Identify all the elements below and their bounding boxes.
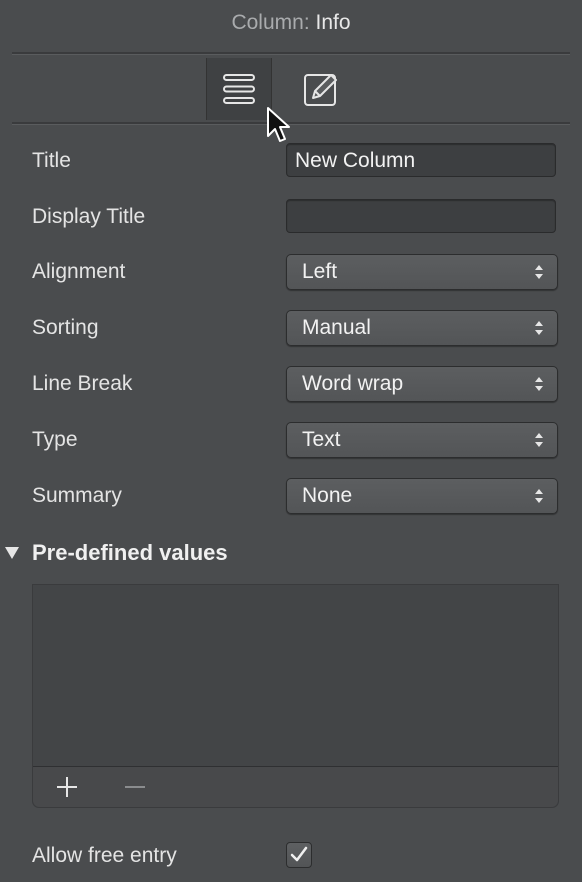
updown-chevron-icon (535, 321, 543, 335)
predefined-values-title: Pre-defined values (32, 540, 228, 565)
updown-chevron-icon (535, 377, 543, 391)
tab-info[interactable] (206, 58, 272, 120)
type-value: Text (302, 428, 341, 451)
line-break-row: Line Break Word wrap (0, 366, 582, 406)
summary-select[interactable]: None (286, 478, 558, 514)
display-title-label: Display Title (32, 205, 146, 228)
type-select[interactable]: Text (286, 422, 558, 458)
summary-value: None (302, 484, 353, 507)
predefined-values-list[interactable] (32, 584, 559, 808)
summary-label: Summary (32, 484, 122, 507)
panel-header: Column: Info (0, 0, 582, 48)
header-title: Info (315, 11, 351, 34)
alignment-label: Alignment (32, 260, 126, 283)
sorting-select[interactable]: Manual (286, 310, 558, 346)
display-title-row: Display Title (0, 199, 582, 239)
type-row: Type Text (0, 422, 582, 462)
pencil-edit-icon (304, 74, 337, 106)
checkmark-icon (290, 846, 308, 862)
summary-row: Summary None (0, 478, 582, 518)
add-value-button[interactable] (47, 773, 87, 801)
display-title-input[interactable] (286, 199, 556, 233)
header-prefix: Column: (231, 11, 310, 34)
list-lines-icon (223, 74, 255, 104)
alignment-row: Alignment Left (0, 254, 582, 294)
title-label: Title (32, 149, 71, 172)
updown-chevron-icon (535, 433, 543, 447)
predefined-values-disclosure[interactable]: Pre-defined values (0, 538, 582, 570)
list-footer (33, 766, 558, 807)
line-break-select[interactable]: Word wrap (286, 366, 558, 402)
plus-icon (57, 777, 77, 797)
line-break-value: Word wrap (302, 372, 404, 395)
updown-chevron-icon (535, 489, 543, 503)
free-entry-row: Allow free entry (0, 838, 582, 874)
title-row: Title New Column (0, 143, 582, 183)
minus-icon (125, 786, 145, 788)
sorting-value: Manual (302, 316, 371, 339)
alignment-select[interactable]: Left (286, 254, 558, 290)
alignment-value: Left (302, 260, 338, 283)
sorting-label: Sorting (32, 316, 99, 339)
type-label: Type (32, 428, 78, 451)
remove-value-button[interactable] (115, 773, 155, 801)
line-break-label: Line Break (32, 372, 133, 395)
updown-chevron-icon (535, 265, 543, 279)
column-inspector-panel: Column: Info Title New Column Display Ti… (0, 0, 582, 882)
disclosure-triangle-icon (5, 547, 19, 559)
tab-edit[interactable] (288, 58, 354, 120)
top-divider (12, 52, 570, 55)
mouse-cursor-icon (267, 107, 290, 142)
title-input[interactable]: New Column (286, 143, 556, 177)
free-entry-label: Allow free entry (32, 844, 177, 867)
sorting-row: Sorting Manual (0, 310, 582, 350)
free-entry-checkbox[interactable] (286, 842, 312, 868)
